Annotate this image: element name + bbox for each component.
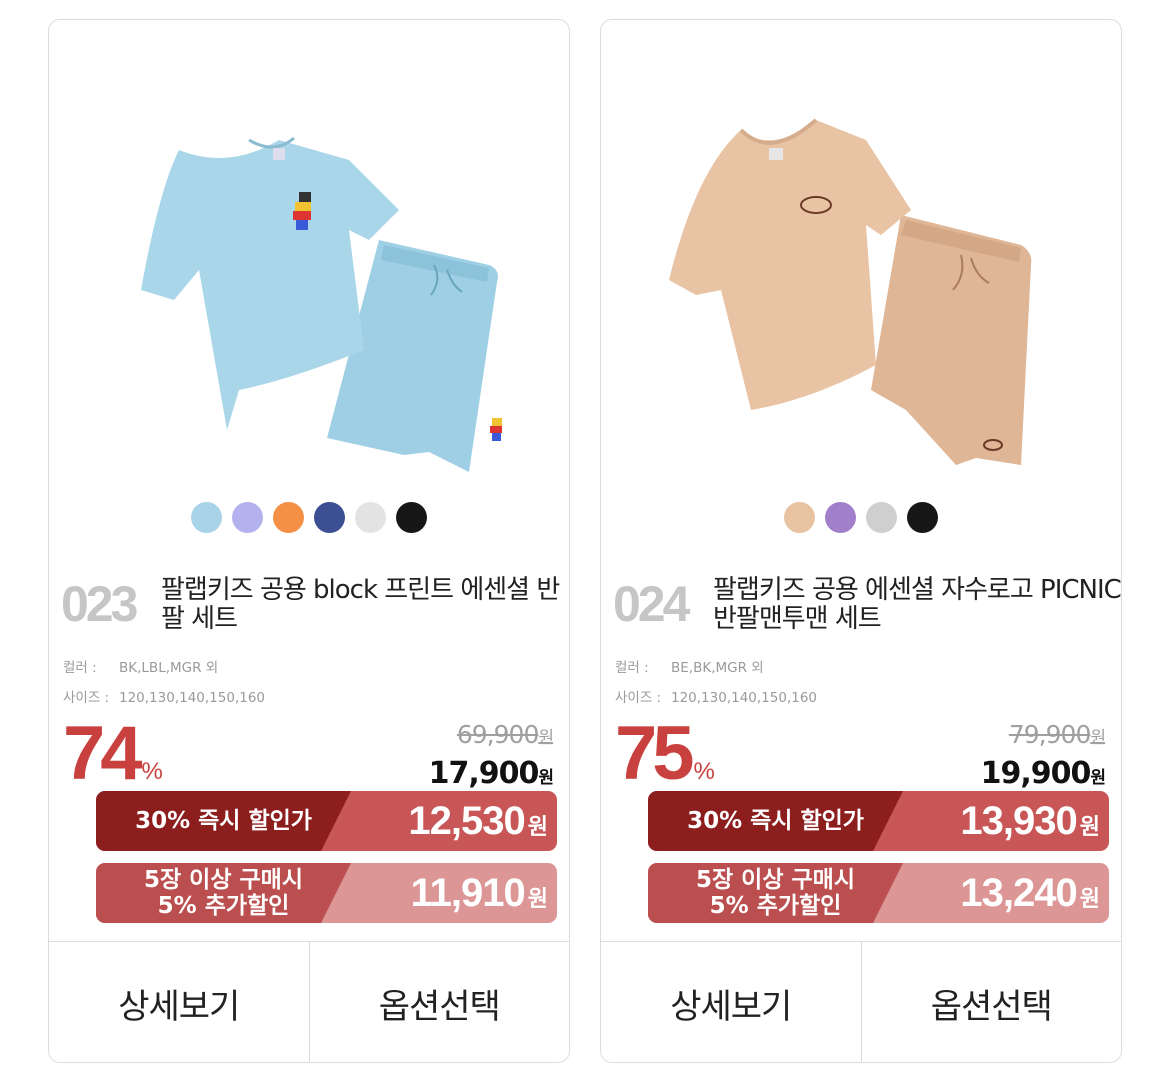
product-image[interactable] [49, 20, 569, 490]
instant-discount-band: 30% 즉시 할인가 13,930 원 [648, 791, 1109, 851]
detail-button[interactable]: 상세보기 [601, 942, 861, 1062]
color-swatch[interactable] [907, 502, 938, 533]
bulk-discount-band: 5장 이상 구매시 5% 추가할인 11,910 원 [96, 863, 557, 923]
color-spec: 컬러 : BK,LBL,MGR 외 [63, 656, 218, 676]
currency: 원 [1079, 886, 1100, 911]
currency: 원 [538, 728, 554, 748]
color-swatches [601, 502, 1121, 533]
color-swatches [49, 502, 569, 533]
product-image[interactable] [601, 20, 1121, 490]
option-select-button[interactable]: 옵션선택 [308, 942, 569, 1062]
color-swatch[interactable] [273, 502, 304, 533]
color-swatch[interactable] [314, 502, 345, 533]
currency: 원 [1079, 814, 1100, 839]
bulk-price-value: 13,240 [960, 870, 1077, 915]
color-spec-label: 컬러 : [63, 660, 97, 676]
option-select-button[interactable]: 옵션선택 [860, 942, 1121, 1062]
instant-price-value: 13,930 [960, 798, 1077, 843]
bulk-label-line2: 5% 추가할인 [709, 893, 842, 919]
currency: 원 [1090, 768, 1106, 788]
product-title[interactable]: 팔랩키즈 공용 block 프린트 에센셜 반팔 세트 [161, 576, 569, 634]
size-spec-value: 120,130,140,150,160 [671, 690, 818, 706]
original-price: 69,900원 [456, 720, 554, 749]
currency: 원 [1090, 728, 1106, 748]
bulk-price-value: 11,910 [410, 870, 526, 915]
original-price-value: 79,900 [1008, 720, 1091, 749]
currency: 원 [538, 768, 554, 788]
color-swatch[interactable] [866, 502, 897, 533]
product-number: 024 [613, 576, 690, 632]
bulk-label-line2: 5% 추가할인 [157, 893, 290, 919]
color-swatch[interactable] [825, 502, 856, 533]
product-grid: 023 팔랩키즈 공용 block 프린트 에센셜 반팔 세트 컬러 : BK,L… [0, 0, 1170, 1069]
color-spec: 컬러 : BE,BK,MGR 외 [615, 656, 764, 676]
bulk-label-line1: 5장 이상 구매시 [144, 867, 303, 893]
product-number: 023 [61, 576, 138, 632]
color-swatch[interactable] [396, 502, 427, 533]
size-spec-value: 120,130,140,150,160 [119, 690, 266, 706]
product-title[interactable]: 팔랩키즈 공용 에센셜 자수로고 PICNIC 반팔맨투맨 세트 [713, 576, 1121, 634]
instant-price-value: 12,530 [408, 798, 525, 843]
original-price: 79,900원 [1008, 720, 1106, 749]
bulk-discount-label: 5장 이상 구매시 5% 추가할인 [648, 863, 903, 923]
percent-sign: % [141, 758, 163, 785]
bulk-discount-label: 5장 이상 구매시 5% 추가할인 [96, 863, 351, 923]
sale-price: 19,900원 [980, 756, 1106, 791]
color-swatch[interactable] [784, 502, 815, 533]
currency: 원 [527, 886, 548, 911]
bulk-discount-price: 13,240 원 [960, 863, 1100, 923]
instant-discount-price: 13,930 원 [960, 791, 1100, 851]
sale-price-value: 17,900 [428, 756, 540, 791]
discount-value: 75 [615, 711, 695, 796]
color-swatch[interactable] [232, 502, 263, 533]
instant-discount-label: 30% 즉시 할인가 [687, 808, 864, 834]
color-swatch[interactable] [191, 502, 222, 533]
product-card[interactable]: 023 팔랩키즈 공용 block 프린트 에센셜 반팔 세트 컬러 : BK,L… [48, 19, 570, 1063]
bulk-discount-price: 11,910 원 [410, 863, 548, 923]
color-spec-value: BK,LBL,MGR 외 [119, 660, 219, 676]
currency: 원 [527, 814, 548, 839]
color-spec-label: 컬러 : [615, 660, 649, 676]
bulk-label-line1: 5장 이상 구매시 [696, 867, 855, 893]
size-spec-label: 사이즈 : [615, 690, 662, 706]
detail-button[interactable]: 상세보기 [49, 942, 309, 1062]
color-spec-value: BE,BK,MGR 외 [671, 660, 764, 676]
discount-value: 74 [63, 711, 143, 796]
sale-price: 17,900원 [428, 756, 554, 791]
instant-discount-band: 30% 즉시 할인가 12,530 원 [96, 791, 557, 851]
bulk-discount-band: 5장 이상 구매시 5% 추가할인 13,240 원 [648, 863, 1109, 923]
percent-sign: % [693, 758, 715, 785]
original-price-value: 69,900 [456, 720, 539, 749]
size-spec-label: 사이즈 : [63, 690, 110, 706]
size-spec: 사이즈 : 120,130,140,150,160 [63, 686, 265, 706]
color-swatch[interactable] [355, 502, 386, 533]
instant-discount-label: 30% 즉시 할인가 [135, 808, 312, 834]
sale-price-value: 19,900 [980, 756, 1092, 791]
instant-discount-price: 12,530 원 [408, 791, 548, 851]
product-card[interactable]: 024 팔랩키즈 공용 에센셜 자수로고 PICNIC 반팔맨투맨 세트 컬러 … [600, 19, 1122, 1063]
size-spec: 사이즈 : 120,130,140,150,160 [615, 686, 817, 706]
